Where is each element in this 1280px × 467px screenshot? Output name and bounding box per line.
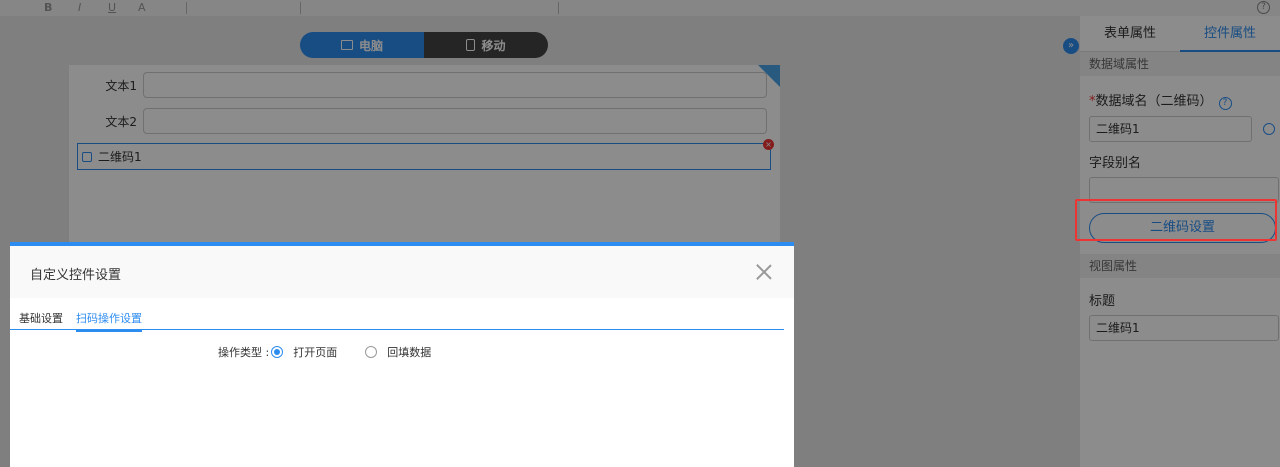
data-name-input-row: 二维码1 [1080, 116, 1280, 142]
data-name-label: 数据域名（二维码） [1095, 94, 1213, 109]
device-switch: 电脑 移动 [300, 32, 548, 58]
mobile-view-label: 移动 [481, 38, 506, 53]
dialog-header: 自定义控件设置 [10, 246, 794, 298]
option-backfill-label: 回填数据 [387, 346, 432, 359]
option-open-page-label: 打开页面 [293, 346, 338, 359]
operation-type-label: 操作类型 : [218, 346, 270, 359]
italic-button[interactable]: I [78, 1, 81, 15]
dialog-tabs: 基础设置 扫码操作设置 [10, 298, 784, 332]
text2-input[interactable] [143, 108, 767, 134]
pc-view-label: 电脑 [358, 38, 383, 53]
operation-type-row: 操作类型 : 打开页面 回填数据 [218, 344, 431, 360]
radio-open-page[interactable] [271, 346, 284, 358]
custom-control-dialog: 自定义控件设置 基础设置 扫码操作设置 操作类型 : 打开页面 回填数据 [10, 242, 794, 467]
close-icon[interactable] [756, 264, 772, 280]
phone-icon [466, 39, 476, 51]
text1-input[interactable] [143, 72, 767, 98]
bind-field-icon[interactable] [1263, 123, 1275, 135]
property-panel: 表单属性 控件属性 数据域属性 *数据域名（二维码）? 二维码1 字段别名 二维… [1080, 16, 1280, 467]
collapse-panel-icon[interactable]: » [1063, 38, 1079, 54]
help-icon[interactable]: ? [1218, 97, 1232, 110]
text2-label: 文本2 [105, 114, 137, 129]
tab-basic-settings[interactable]: 基础设置 [19, 310, 63, 326]
underline-button[interactable]: U [108, 1, 116, 15]
form-row-text2: 文本2 [69, 107, 767, 135]
radio-backfill-data[interactable] [365, 346, 378, 358]
tab-scan-settings[interactable]: 扫码操作设置 [76, 310, 142, 332]
data-name-input[interactable]: 二维码1 [1089, 116, 1252, 142]
data-name-label-row: *数据域名（二维码）? [1080, 90, 1280, 110]
title-input[interactable]: 二维码1 [1089, 315, 1279, 341]
font-color-button[interactable]: A [138, 1, 146, 15]
delete-icon[interactable]: × [763, 139, 774, 150]
view-section-header: 视图属性 [1080, 254, 1280, 278]
qr-field-label: 二维码1 [98, 150, 142, 164]
mobile-view-button[interactable]: 移动 [424, 32, 548, 58]
editor-toolbar: B I U A ? [0, 0, 1280, 16]
monitor-icon [340, 40, 353, 50]
pc-view-button[interactable]: 电脑 [300, 32, 424, 58]
toolbar-divider [300, 2, 301, 14]
toolbar-divider [186, 2, 187, 14]
qr-code-field[interactable]: 二维码1 × [77, 139, 774, 170]
question-circle-icon[interactable]: ? [1257, 1, 1270, 14]
edit-icon[interactable] [82, 151, 92, 162]
highlight-box [1075, 199, 1277, 241]
dialog-title: 自定义控件设置 [30, 268, 122, 283]
title-label: 标题 [1089, 294, 1116, 309]
tab-form-properties[interactable]: 表单属性 [1080, 16, 1180, 52]
text1-label: 文本1 [105, 78, 137, 93]
form-row-text1: 文本1 [69, 71, 767, 99]
data-section-header: 数据域属性 [1080, 52, 1280, 76]
bold-button[interactable]: B [44, 1, 52, 15]
tab-control-properties[interactable]: 控件属性 [1180, 16, 1280, 52]
alias-label: 字段别名 [1089, 156, 1142, 171]
property-tabs: 表单属性 控件属性 [1080, 16, 1280, 52]
toolbar-divider [558, 2, 559, 14]
